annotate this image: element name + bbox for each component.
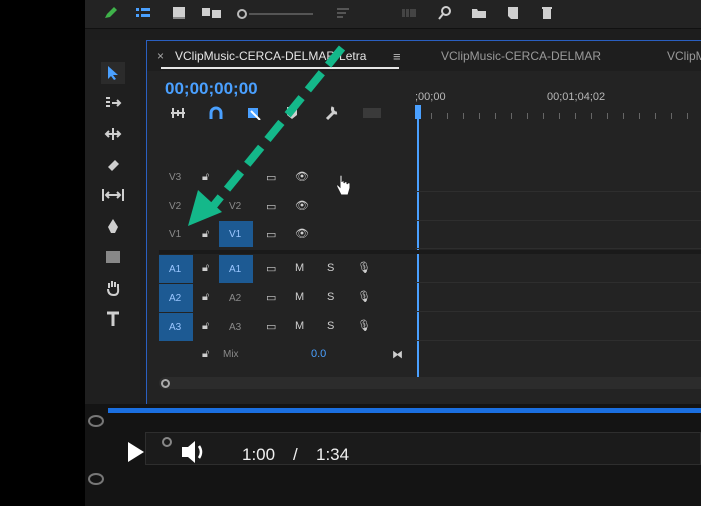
lock-icon[interactable]: 🔓︎ [202, 320, 209, 333]
mute-button[interactable]: M [295, 262, 304, 274]
arrow-pointer-icon [108, 66, 118, 80]
solo-button[interactable]: S [327, 291, 334, 303]
lock-icon[interactable]: 🔓︎ [202, 262, 209, 275]
trash-icon[interactable] [539, 6, 555, 20]
search-icon[interactable] [437, 6, 453, 20]
icon-view-icon[interactable] [171, 6, 187, 20]
track-label: V1 [169, 229, 182, 240]
lane-v2[interactable] [415, 193, 701, 221]
mix-value[interactable]: 0.0 [311, 348, 326, 360]
slip-icon [102, 189, 124, 201]
ruler-mark-label: 00;01;04;02 [547, 91, 606, 103]
type-tool[interactable] [101, 308, 125, 330]
horizontal-scrollbar[interactable] [159, 377, 701, 389]
target-label: V1 [229, 229, 242, 240]
razor-tool[interactable] [101, 154, 125, 176]
razor-icon [108, 160, 119, 171]
solo-button[interactable]: S [327, 320, 334, 332]
mute-button[interactable]: M [295, 291, 304, 303]
scrollbar-handle[interactable] [161, 379, 170, 388]
pencil-icon[interactable] [103, 6, 119, 20]
track-header-mix: 🔓︎ Mix 0.0 ⧓ [159, 342, 414, 370]
track-header-a1: A1 🔓︎ A1 ▭ M S 🎙︎ [159, 255, 414, 283]
tab-sequence-2[interactable]: VClipMusic-CERCA-DELMAR [441, 49, 601, 63]
tools-panel [85, 40, 140, 404]
microphone-icon[interactable]: 🎙︎ [357, 290, 371, 303]
new-item-icon[interactable] [505, 6, 521, 20]
video-audio-divider[interactable] [159, 250, 701, 254]
target-label: A1 [229, 264, 242, 275]
zoom-slider-handle[interactable] [237, 9, 247, 19]
sort-icon[interactable] [335, 6, 351, 20]
hand-tool[interactable] [101, 277, 125, 299]
microphone-icon[interactable]: 🎙︎ [357, 319, 371, 332]
freeform-view-icon[interactable] [201, 6, 223, 20]
lane-a1[interactable] [415, 255, 701, 283]
track-label: A3 [169, 322, 182, 333]
track-label: A1 [169, 264, 182, 275]
captions-icon[interactable] [361, 105, 383, 121]
mute-button[interactable]: M [295, 320, 304, 332]
duration: 1:34 [316, 445, 350, 464]
track-header-a2: A2 🔓︎ A2 ▭ M S 🎙︎ [159, 284, 414, 312]
ruler-start-label: ;00;00 [415, 91, 446, 103]
lane-a3[interactable] [415, 313, 701, 341]
mix-label: Mix [223, 349, 239, 360]
sync-lock-icon[interactable]: ▭ [266, 262, 276, 275]
cloud-icon [88, 415, 104, 427]
list-view-icon[interactable] [135, 6, 151, 20]
track-select-icon [106, 97, 122, 107]
annotation-arrow [188, 45, 346, 226]
automate-icon[interactable] [401, 6, 417, 20]
solo-button[interactable]: S [327, 262, 334, 274]
tab-menu-icon[interactable]: ≡ [393, 49, 401, 64]
ripple-edit-tool[interactable] [101, 123, 125, 145]
rectangle-tool[interactable] [101, 246, 125, 268]
play-icon[interactable] [126, 440, 146, 464]
time-separator: / [293, 445, 298, 464]
hand-icon [107, 281, 120, 296]
lane-v1[interactable] [415, 221, 701, 249]
tab-close-icon[interactable]: × [157, 49, 164, 63]
scrub-handle[interactable] [162, 437, 172, 447]
microphone-icon[interactable]: 🎙︎ [357, 261, 371, 274]
tab-sequence-3[interactable]: VClipM [667, 49, 701, 63]
cloud-icon [88, 473, 104, 485]
current-time: 1:00 [242, 445, 276, 464]
track-header-a3: A3 🔓︎ A3 ▭ M S 🎙︎ [159, 313, 414, 341]
lock-icon[interactable]: 🔓︎ [202, 348, 209, 361]
text-icon [107, 311, 119, 326]
ripple-edit-icon [104, 128, 122, 140]
slip-tool[interactable] [101, 184, 125, 206]
zoom-slider-track[interactable] [249, 13, 313, 15]
target-label[interactable]: A2 [229, 293, 241, 304]
target-label[interactable]: A3 [229, 322, 241, 333]
pen-tool[interactable] [101, 215, 125, 237]
ruler-ticks [415, 113, 701, 119]
lane-a2[interactable] [415, 284, 701, 312]
player-controls [145, 432, 701, 465]
track-label: A2 [169, 293, 182, 304]
pen-icon [108, 219, 118, 233]
track-select-tool[interactable] [101, 92, 125, 114]
sync-lock-icon[interactable]: ▭ [266, 291, 276, 304]
volume-icon[interactable] [180, 438, 210, 466]
sync-lock-icon[interactable]: ▭ [266, 320, 276, 333]
folder-icon[interactable] [471, 6, 487, 20]
selection-tool[interactable] [101, 62, 125, 84]
playback-progress-bar[interactable] [108, 408, 701, 413]
rectangle-icon [106, 251, 120, 263]
lock-icon[interactable]: 🔓︎ [202, 291, 209, 304]
bowtie-icon[interactable]: ⧓ [392, 348, 403, 361]
lane-v3[interactable] [415, 164, 701, 192]
top-toolbar [85, 0, 701, 29]
